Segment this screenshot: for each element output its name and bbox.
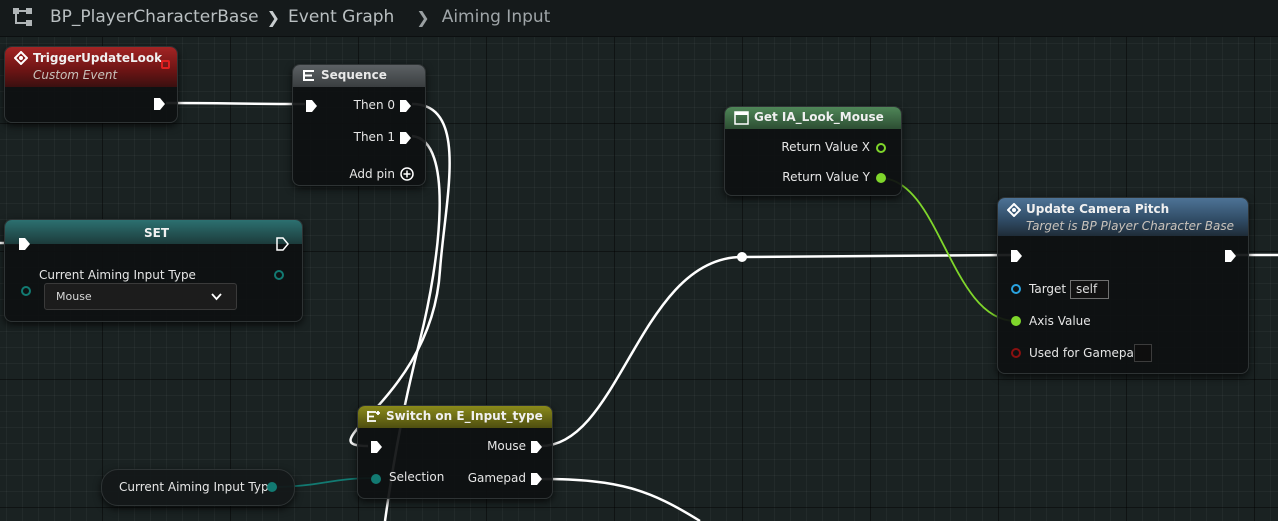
chevron-down-icon — [211, 293, 222, 301]
axis-value-label: Axis Value — [1029, 314, 1091, 328]
switch-icon — [367, 411, 380, 422]
node-switch-input-type[interactable]: Switch on E_Input_type Mouse Selection G… — [357, 405, 553, 499]
axis-value-pin[interactable] — [1011, 316, 1021, 326]
exec-wire-gamepad — [540, 477, 701, 521]
value-in-pin[interactable] — [21, 286, 31, 296]
variable-getter-label: Current Aiming Input Type — [119, 480, 276, 494]
gamepad-label: Gamepad — [467, 471, 526, 485]
chevron-right-icon: ❯ — [416, 7, 430, 27]
exec-wire-mouse-pitch — [540, 253, 1013, 448]
then0-label: Then 0 — [353, 98, 395, 112]
breadcrumb-bar: BP_PlayerCharacterBase ❯ Event Graph ❯ A… — [0, 0, 1278, 37]
used-for-gamepad-pin[interactable] — [1011, 348, 1021, 358]
add-pin-label[interactable]: Add pin — [349, 167, 395, 181]
function-icon — [1007, 203, 1021, 217]
exec-out-pin[interactable] — [276, 237, 289, 251]
node-title: SET — [144, 226, 170, 240]
node-trigger-update-look[interactable]: TriggerUpdateLook Custom Event — [4, 46, 178, 123]
exec-wire-trigger-sequence — [165, 101, 306, 106]
reroute-knot — [737, 252, 747, 262]
node-title: Get IA_Look_Mouse — [754, 110, 884, 124]
mouse-label: Mouse — [487, 439, 526, 453]
value-out-pin[interactable] — [274, 270, 284, 280]
event-icon — [14, 51, 28, 65]
then1-pin[interactable] — [399, 131, 412, 145]
selection-label: Selection — [389, 470, 445, 484]
node-subtitle: Target is BP Player Character Base — [1026, 219, 1234, 233]
breadcrumb-graph[interactable]: Event Graph — [288, 7, 394, 27]
breadcrumb-blueprint[interactable]: BP_PlayerCharacterBase — [50, 7, 259, 27]
float-wire-returny-axis — [879, 177, 1016, 322]
variable-out-pin[interactable] — [267, 482, 277, 492]
node-title: Switch on E_Input_type — [386, 409, 543, 423]
function-icon — [734, 111, 749, 125]
return-x-pin[interactable] — [876, 143, 886, 153]
target-field[interactable]: self — [1070, 280, 1109, 299]
used-for-gamepad-checkbox[interactable] — [1134, 344, 1152, 362]
node-title: Update Camera Pitch — [1026, 202, 1170, 216]
node-title: TriggerUpdateLook — [33, 51, 163, 65]
exec-in-pin[interactable] — [18, 237, 31, 251]
exec-in-pin[interactable] — [305, 99, 318, 113]
exec-out-pin[interactable] — [1224, 249, 1237, 263]
then1-label: Then 1 — [353, 130, 395, 144]
node-variable-getter[interactable]: Current Aiming Input Type — [101, 469, 295, 506]
selection-pin[interactable] — [371, 474, 381, 484]
node-set-variable[interactable]: SET Current Aiming Input Type Mouse — [4, 219, 303, 322]
breadcrumb: BP_PlayerCharacterBase ❯ Event Graph ❯ A… — [12, 6, 550, 28]
used-for-gamepad-label: Used for Gamepad — [1029, 346, 1142, 360]
return-x-label: Return Value X — [781, 140, 870, 154]
return-y-pin[interactable] — [876, 173, 886, 183]
node-subtitle: Custom Event — [33, 68, 118, 82]
input-type-dropdown[interactable]: Mouse — [44, 283, 237, 310]
add-pin-icon[interactable] — [400, 167, 414, 181]
graph-icon — [12, 6, 34, 28]
exec-in-pin[interactable] — [1010, 249, 1023, 263]
exec-out-pin[interactable] — [153, 97, 166, 111]
node-update-camera-pitch[interactable]: Update Camera Pitch Target is BP Player … — [997, 197, 1249, 374]
node-get-ia-look-mouse[interactable]: Get IA_Look_Mouse Return Value X Return … — [724, 106, 902, 196]
sequence-icon — [303, 70, 314, 81]
node-sequence[interactable]: Sequence Then 0 Then 1 Add pin — [292, 64, 426, 186]
breadcrumb-subgraph[interactable]: Aiming Input — [442, 7, 551, 27]
dropdown-value: Mouse — [56, 290, 92, 303]
return-y-label: Return Value Y — [782, 170, 870, 184]
delegate-pin[interactable] — [161, 60, 170, 69]
gamepad-exec-pin[interactable] — [530, 472, 543, 486]
then0-pin[interactable] — [399, 99, 412, 113]
target-pin[interactable] — [1011, 284, 1021, 294]
chevron-right-icon: ❯ — [266, 7, 281, 27]
mouse-exec-pin[interactable] — [530, 440, 543, 454]
target-label: Target — [1029, 282, 1067, 296]
node-title: Sequence — [321, 68, 387, 82]
exec-in-pin[interactable] — [370, 440, 383, 454]
variable-label: Current Aiming Input Type — [39, 268, 196, 282]
